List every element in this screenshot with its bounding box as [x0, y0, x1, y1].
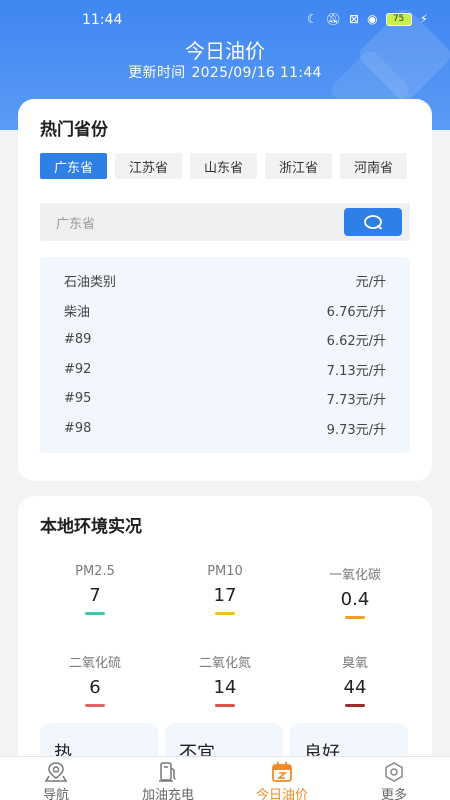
- battery-level: 75: [392, 14, 405, 24]
- province-tab-zhejiang[interactable]: 浙江省: [265, 153, 332, 179]
- price-row: #92 7.13元/升: [64, 358, 386, 380]
- price-header-type: 石油类别: [64, 274, 117, 290]
- env-item-ozone: 臭氧 44: [300, 652, 410, 707]
- env-item-so2: 二氧化硫 6: [40, 652, 150, 707]
- fuel-name: #92: [64, 361, 92, 377]
- wifi-icon: ◉: [367, 12, 378, 26]
- env-value: 44: [343, 677, 367, 698]
- env-level-bar: [215, 612, 235, 615]
- tab-label: 导航: [42, 788, 69, 800]
- env-item-co: 一氧化碳 0.4: [300, 564, 410, 619]
- fuel-price: 7.73元/升: [326, 392, 386, 408]
- fuel-price: 9.73元/升: [326, 422, 386, 438]
- env-label: 二氧化氮: [198, 656, 251, 671]
- province-tab-henan[interactable]: 河南省: [340, 153, 407, 179]
- search-button[interactable]: [344, 208, 402, 236]
- location-pin-icon: [44, 762, 68, 782]
- env-label: PM10: [207, 564, 243, 579]
- env-label: 二氧化硫: [68, 656, 121, 671]
- tab-navigation[interactable]: 导航: [6, 761, 106, 800]
- hexagon-icon: [385, 762, 403, 782]
- env-level-bar: [215, 704, 235, 707]
- tab-todays-oil-price[interactable]: 今日油价: [232, 761, 332, 800]
- tab-label: 今日油价: [255, 788, 308, 800]
- tab-more[interactable]: 更多: [344, 761, 444, 800]
- province-tab-guangdong[interactable]: 广东省: [40, 153, 107, 179]
- price-row: #89 6.62元/升: [64, 328, 386, 350]
- env-value: 17: [213, 585, 237, 606]
- price-row: 柴油 6.76元/升: [64, 299, 386, 321]
- fuel-name: #95: [64, 390, 92, 406]
- status-time: 11:44: [82, 12, 123, 28]
- env-item-pm10: PM10 17: [170, 564, 280, 615]
- province-tab-jiangsu[interactable]: 江苏省: [115, 153, 182, 179]
- tab-label: 更多: [380, 788, 407, 800]
- section-title: 本地环境实况: [40, 517, 142, 537]
- status-bar: 11:44 ☾ 🔕︎ ⊠ ◉ 75 ⚡: [0, 8, 450, 34]
- oil-price-table: 石油类别 元/升 柴油 6.76元/升 #89 6.62元/升 #92 7.13…: [40, 257, 410, 453]
- fuel-name: 柴油: [64, 304, 91, 320]
- fuel-name: #98: [64, 420, 92, 436]
- env-label: PM2.5: [75, 564, 115, 579]
- charging-icon: ⚡: [419, 12, 428, 26]
- price-header-unit: 元/升: [355, 274, 386, 290]
- env-level-bar: [345, 616, 365, 619]
- province-tabs: 广东省 江苏省 山东省 浙江省 河南省: [40, 153, 407, 179]
- search-icon: [364, 215, 382, 230]
- section-title: 热门省份: [40, 120, 108, 140]
- calendar-icon: [272, 761, 292, 782]
- moon-icon: ☾: [307, 12, 318, 26]
- tab-label: 加油充电: [141, 788, 194, 800]
- mute-icon: 🔕︎: [325, 12, 342, 26]
- province-tab-shandong[interactable]: 山东省: [190, 153, 257, 179]
- env-item-no2: 二氧化氮 14: [170, 652, 280, 707]
- hot-provinces-card: 热门省份 广东省 江苏省 山东省 浙江省 河南省 广东省 石油类别 元/升 柴油…: [18, 99, 432, 481]
- env-value: 0.4: [340, 589, 370, 610]
- update-value: 2025/09/16 11:44: [191, 65, 322, 81]
- tab-refuel-charge[interactable]: 加油充电: [118, 761, 218, 800]
- page-title: 今日油价: [185, 39, 265, 63]
- fuel-price: 6.62元/升: [326, 333, 386, 349]
- env-level-bar: [345, 704, 365, 707]
- local-environment-card: 本地环境实况 PM2.5 7 PM10 17 一氧化碳 0.4 二氧化硫 6 二…: [18, 496, 432, 783]
- price-row: #98 9.73元/升: [64, 417, 386, 439]
- gas-pump-icon: [159, 762, 176, 782]
- bottom-tab-bar: 导航 加油充电 今日油价 更多: [0, 756, 450, 800]
- fuel-price: 7.13元/升: [326, 363, 386, 379]
- fuel-price: 6.76元/升: [326, 304, 386, 320]
- update-label: 更新时间: [128, 65, 186, 81]
- battery-icon: 75: [385, 12, 412, 26]
- env-item-pm25: PM2.5 7: [40, 564, 150, 615]
- env-value: 6: [89, 677, 101, 698]
- price-header-row: 石油类别 元/升: [64, 269, 386, 291]
- status-icons: ☾ 🔕︎ ⊠ ◉ 75 ⚡: [307, 12, 428, 26]
- no-sim-icon: ⊠: [349, 12, 360, 26]
- search-input[interactable]: 广东省: [40, 203, 410, 241]
- fuel-name: #89: [64, 331, 92, 347]
- env-level-bar: [85, 704, 105, 707]
- search-placeholder: 广东省: [56, 217, 96, 232]
- env-level-bar: [85, 612, 105, 615]
- env-label: 一氧化碳: [328, 568, 381, 583]
- update-time: 更新时间 2025/09/16 11:44: [0, 62, 450, 82]
- env-label: 臭氧: [341, 656, 368, 671]
- price-row: #95 7.73元/升: [64, 387, 386, 409]
- env-value: 7: [89, 585, 101, 606]
- env-value: 14: [213, 677, 237, 698]
